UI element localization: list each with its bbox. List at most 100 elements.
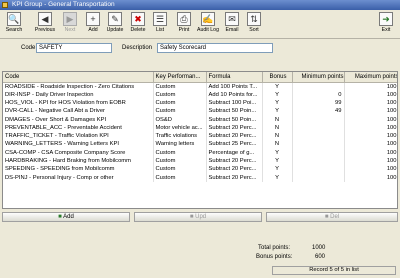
- print-button[interactable]: ⎙ Print: [174, 11, 194, 37]
- search-button[interactable]: 🔍 Search: [2, 11, 26, 37]
- table-cell: Subtract 100 Poi...: [206, 98, 263, 108]
- table-cell: 100: [344, 165, 397, 174]
- table-row[interactable]: HOS_VIOL - KPI for HOS Violation from EO…: [3, 98, 397, 108]
- window-title: KPI Group - General Transportation: [12, 1, 115, 8]
- table-cell: Motor vehicle ac...: [153, 123, 207, 132]
- print-label: Print: [178, 27, 190, 33]
- sort-icon: ⇅: [247, 12, 261, 26]
- column-header[interactable]: Key Performan...: [153, 72, 207, 83]
- delete-label: Delete: [130, 27, 146, 33]
- table-cell: Y: [262, 173, 293, 182]
- table-row[interactable]: DS-PINJ - Personal Injury - Comp or othe…: [3, 173, 397, 182]
- arrow-right-icon: ▶: [63, 12, 77, 26]
- search-icon: 🔍: [7, 12, 21, 26]
- exit-door-icon: ➜: [379, 12, 393, 26]
- table-row[interactable]: DVR-CALL - Negative Call Abt a Driver Cus…: [3, 107, 397, 116]
- table-cell: Add 100 Points T...: [206, 82, 263, 91]
- sort-label: Sort: [249, 27, 259, 33]
- table-cell: Add 10 Points for...: [206, 90, 263, 99]
- table-cell: Y: [262, 156, 293, 166]
- column-header[interactable]: Formula: [206, 72, 263, 83]
- table-cell: Y: [262, 165, 293, 174]
- row-action-bar: ■ Add ■ Upd ■ Del: [2, 212, 398, 222]
- list-button[interactable]: ☰ List: [150, 11, 170, 37]
- table-cell: [292, 173, 345, 182]
- table-row[interactable]: CSA-COMP - CSA Composite Company Score Cu…: [3, 148, 397, 157]
- exit-button[interactable]: ➜ Exit: [376, 11, 396, 37]
- table-cell: Warning letters: [153, 140, 207, 149]
- email-button[interactable]: ✉ Email: [222, 11, 242, 37]
- email-label: Email: [225, 27, 239, 33]
- audit-log-button[interactable]: ✍ Audit Log: [196, 11, 220, 37]
- table-cell: [292, 123, 345, 132]
- table-cell: N: [262, 115, 293, 124]
- delete-row-button[interactable]: ■ Del: [266, 212, 398, 222]
- table-cell: [292, 165, 345, 174]
- table-cell: [292, 131, 345, 141]
- add-button[interactable]: + Add: [83, 11, 103, 37]
- search-label: Search: [5, 27, 23, 33]
- column-header[interactable]: Minimum points: [292, 72, 345, 83]
- delete-row-label: Del: [330, 214, 340, 220]
- description-field[interactable]: Safety Scorecard: [157, 43, 273, 53]
- add-row-button[interactable]: ■ Add: [2, 212, 130, 222]
- table-cell: ROADSIDE - Roadside Inspection - Zero Ci…: [3, 82, 154, 91]
- table-row[interactable]: WARNING_LETTERS - Warning Letters KPI War…: [3, 140, 397, 149]
- sort-button[interactable]: ⇅ Sort: [244, 11, 264, 37]
- email-icon: ✉: [225, 12, 239, 26]
- table-row[interactable]: TRAFFIC_TICKET - Traffic Violation KPI Tr…: [3, 131, 397, 141]
- table-cell: HARDBRAKING - Hard Braking from Mobilcom…: [3, 156, 154, 166]
- bonus-points-value: 600: [315, 254, 326, 260]
- table-row[interactable]: DIR-INSP - Daily Driver Inspection Custom…: [3, 90, 397, 99]
- table-cell: 100: [344, 131, 397, 141]
- table-cell: Percentage of g...: [206, 148, 263, 157]
- next-button[interactable]: ▶ Next: [60, 11, 80, 37]
- exit-label: Exit: [381, 27, 391, 33]
- table-cell: 99: [292, 98, 345, 108]
- table-cell: Subtract 20 Perc...: [206, 173, 263, 182]
- delete-button[interactable]: ✖ Delete: [127, 11, 149, 37]
- previous-button[interactable]: ◀ Previous: [32, 11, 58, 37]
- table-cell: TRAFFIC_TICKET - Traffic Violation KPI: [3, 131, 154, 141]
- table-cell: Y: [262, 98, 293, 108]
- table-cell: 100: [344, 115, 397, 124]
- kpi-grid[interactable]: Code Key Performan... Formula Bonus Mini…: [2, 71, 398, 209]
- audit-log-icon: ✍: [201, 12, 215, 26]
- table-cell: DMAGES - Over Short & Damages KPI: [3, 115, 154, 124]
- table-cell: DVR-CALL - Negative Call Abt a Driver: [3, 107, 154, 116]
- table-cell: [292, 140, 345, 149]
- update-row-button[interactable]: ■ Upd: [134, 212, 262, 222]
- update-button[interactable]: ✎ Update: [104, 11, 126, 37]
- column-header[interactable]: Code: [3, 72, 154, 83]
- delete-row-icon: ■: [324, 214, 329, 220]
- delete-icon: ✖: [131, 12, 145, 26]
- description-label: Description: [122, 45, 153, 51]
- add-row-label: Add: [63, 214, 74, 220]
- table-row[interactable]: HARDBRAKING - Hard Braking from Mobilcom…: [3, 156, 397, 166]
- total-points-label: Total points:: [258, 245, 291, 251]
- record-status: Record 5 of 5 in list: [272, 266, 396, 275]
- table-row[interactable]: DMAGES - Over Short & Damages KPI OS&D Sub…: [3, 115, 397, 124]
- table-cell: Custom: [153, 82, 207, 91]
- table-cell: OS&D: [153, 115, 207, 124]
- update-icon: ✎: [108, 12, 122, 26]
- table-body: ROADSIDE - Roadside Inspection - Zero Ci…: [3, 82, 397, 182]
- table-cell: Custom: [153, 173, 207, 182]
- arrow-left-icon: ◀: [38, 12, 52, 26]
- table-row[interactable]: ROADSIDE - Roadside Inspection - Zero Ci…: [3, 82, 397, 91]
- table-row[interactable]: SPEEDING - SPEEDING from Mobilcomm Custom…: [3, 165, 397, 174]
- table-cell: 100: [344, 148, 397, 157]
- table-row[interactable]: PREVENTABLE_ACC - Preventable Accident Mo…: [3, 123, 397, 132]
- table-cell: Custom: [153, 90, 207, 99]
- app-icon: [2, 2, 8, 8]
- list-label: List: [155, 27, 165, 33]
- column-header[interactable]: Bonus: [262, 72, 293, 83]
- table-cell: 0: [292, 90, 345, 99]
- table-cell: N: [262, 123, 293, 132]
- update-row-icon: ■: [189, 214, 194, 220]
- title-bar: KPI Group - General Transportation: [0, 0, 400, 10]
- audit-log-label: Audit Log: [197, 27, 219, 33]
- code-field[interactable]: SAFETY: [36, 43, 112, 53]
- list-icon: ☰: [153, 12, 167, 26]
- column-header[interactable]: Maximum points: [344, 72, 397, 83]
